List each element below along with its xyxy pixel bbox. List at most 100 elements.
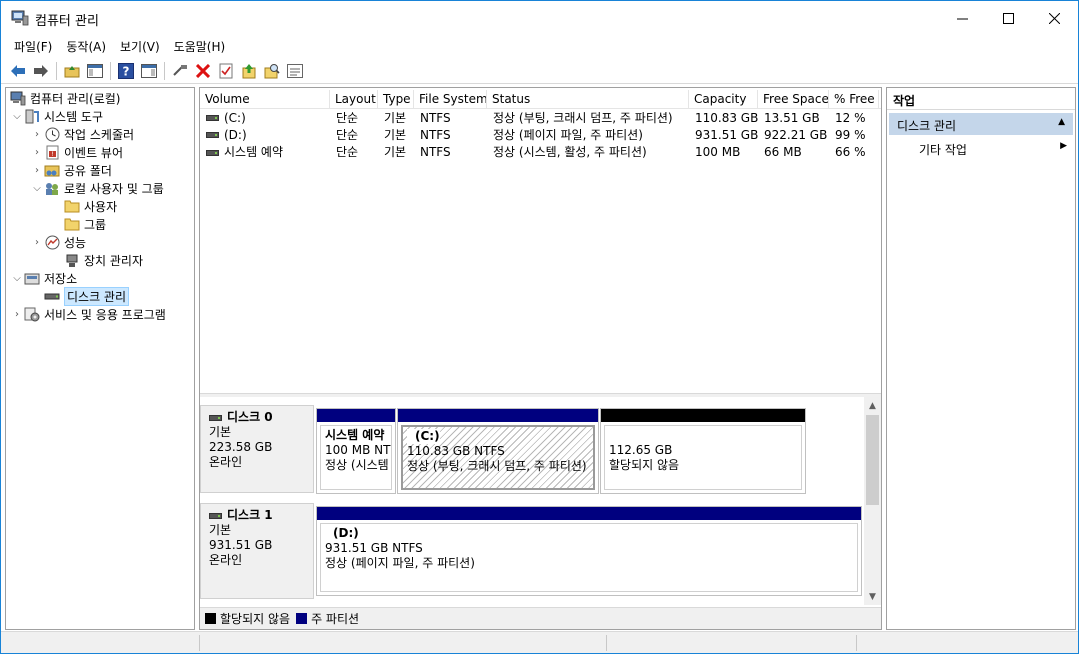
disk-0-label[interactable]: 디스크 0 기본 223.58 GB 온라인 — [200, 405, 314, 493]
tree-item-groups[interactable]: 그룹 — [50, 215, 106, 233]
expand-chevron-icon[interactable]: › — [30, 147, 44, 158]
volume-file-system: NTFS — [420, 144, 451, 159]
scroll-up-icon[interactable]: ▲ — [864, 397, 881, 414]
delete-icon — [196, 64, 210, 78]
drive-icon — [206, 115, 219, 121]
show-hide-action-pane-button[interactable] — [139, 61, 159, 81]
menu-view[interactable]: 보기(V) — [113, 35, 167, 57]
tree-item-services[interactable]: › 서비스 및 응용 프로그램 — [10, 305, 166, 323]
search-button[interactable] — [262, 61, 282, 81]
column-header-capacity[interactable]: Capacity — [689, 90, 758, 108]
volume-name: (C:) — [224, 110, 246, 125]
properties-icon — [219, 63, 233, 79]
close-button[interactable] — [1031, 1, 1077, 35]
volume-row[interactable]: (D:) 단순 기본 NTFS 정상 (페이지 파일, 주 파티션) 931.5… — [200, 126, 881, 143]
computer-management-window: 컴퓨터 관리 파일(F) 동작(A) 보기(V) 도움말(H) ? 컴퓨터 관리… — [0, 0, 1079, 654]
tree-label: 작업 스케줄러 — [64, 127, 135, 142]
primary-swatch — [296, 613, 308, 624]
actions-title: 작업 — [887, 88, 1075, 110]
back-button[interactable] — [8, 61, 28, 81]
volume-status: 정상 (시스템, 활성, 주 파티션) — [493, 145, 647, 159]
partition-unallocated[interactable]: 112.65 GB 할당되지 않음 — [600, 408, 806, 494]
column-header-percent-free[interactable]: % Free — [829, 90, 879, 108]
tree-item-performance[interactable]: › 성능 — [30, 233, 86, 251]
view-button[interactable] — [285, 61, 305, 81]
folder-icon — [64, 217, 80, 232]
collapse-chevron-icon[interactable]: ⌵ — [10, 273, 24, 284]
back-arrow-icon — [11, 65, 25, 77]
tree-item-shared-folders[interactable]: › 공유 폴더 — [30, 161, 112, 179]
volume-row[interactable]: 시스템 예약 단순 기본 NTFS 정상 (시스템, 활성, 주 파티션) 10… — [200, 143, 881, 160]
expand-chevron-icon[interactable]: › — [10, 309, 24, 320]
tree-item-users[interactable]: 사용자 — [50, 197, 117, 215]
column-header-file-system[interactable]: File System — [414, 90, 487, 108]
forward-button[interactable] — [31, 61, 51, 81]
scroll-down-icon[interactable]: ▼ — [864, 588, 881, 605]
properties-button[interactable] — [216, 61, 236, 81]
export-list-button[interactable] — [239, 61, 259, 81]
disk-size: 931.51 GB — [209, 538, 273, 552]
storage-icon — [24, 271, 40, 286]
collapse-chevron-icon[interactable]: ⌵ — [30, 183, 44, 194]
volume-row[interactable]: (C:) 단순 기본 NTFS 정상 (부팅, 크래시 덤프, 주 파티션) 1… — [200, 109, 881, 126]
legend-primary: 주 파티션 — [311, 612, 360, 626]
disk-type: 기본 — [209, 523, 232, 537]
collapse-chevron-icon[interactable]: ⌵ — [10, 111, 24, 122]
disk-name: 디스크 1 — [227, 508, 273, 522]
disk-name: 디스크 0 — [227, 410, 273, 424]
tree-item-event-viewer[interactable]: › ! 이벤트 뷰어 — [30, 143, 123, 161]
tree-item-root[interactable]: 컴퓨터 관리(로컬) — [10, 89, 120, 107]
maximize-icon — [1002, 12, 1014, 24]
partition-status: 정상 (시스템 — [325, 458, 389, 472]
show-hide-tree-button[interactable] — [85, 61, 105, 81]
tree-item-disk-management[interactable]: 디스크 관리 — [30, 286, 130, 306]
disk-icon — [209, 512, 222, 519]
tree-item-task-scheduler[interactable]: › 작업 스케줄러 — [30, 125, 134, 143]
tree-item-system-tools[interactable]: ⌵ 시스템 도구 — [10, 107, 103, 125]
expand-chevron-icon[interactable]: › — [30, 165, 44, 176]
help-button[interactable]: ? — [116, 61, 136, 81]
expand-chevron-icon[interactable]: › — [30, 237, 44, 248]
status-bar — [1, 631, 1078, 653]
tree-label: 공유 폴더 — [64, 163, 112, 178]
shared-folder-icon — [44, 163, 60, 178]
partition-d[interactable]: (D:) 931.51 GB NTFS 정상 (페이지 파일, 주 파티션) — [316, 506, 862, 596]
more-actions-item[interactable]: 기타 작업 ▶ — [889, 138, 1073, 158]
column-header-type[interactable]: Type — [378, 90, 414, 108]
disk-1-label[interactable]: 디스크 1 기본 931.51 GB 온라인 — [200, 503, 314, 599]
connect-button[interactable] — [170, 61, 190, 81]
volume-name: (D:) — [224, 127, 247, 142]
tree-item-storage[interactable]: ⌵ 저장소 — [10, 269, 77, 287]
tree-label: 그룹 — [84, 217, 107, 232]
menu-help[interactable]: 도움말(H) — [167, 35, 233, 57]
delete-button[interactable] — [193, 61, 213, 81]
disk-view-scrollbar[interactable]: ▲ ▼ — [864, 397, 881, 605]
column-header-status[interactable]: Status — [487, 90, 689, 108]
up-folder-button[interactable] — [62, 61, 82, 81]
tree-label: 사용자 — [84, 199, 118, 214]
volume-type: 기본 — [384, 128, 407, 142]
minimize-button[interactable] — [939, 1, 985, 35]
column-header-volume[interactable]: Volume — [200, 90, 330, 108]
tree-item-local-users[interactable]: ⌵ 로컬 사용자 및 그룹 — [30, 179, 164, 197]
volume-status: 정상 (페이지 파일, 주 파티션) — [493, 128, 643, 142]
partition-name: (C:) — [407, 429, 440, 444]
minimize-icon — [956, 18, 968, 19]
partition-name: (D:) — [333, 526, 359, 540]
column-header-free-space[interactable]: Free Space — [758, 90, 829, 108]
partition-system-reserved[interactable]: 시스템 예약 100 MB NTFS 정상 (시스템 — [316, 408, 396, 494]
event-viewer-icon: ! — [44, 145, 60, 160]
tree-label: 서비스 및 응용 프로그램 — [44, 307, 166, 322]
scrollbar-thumb[interactable] — [866, 415, 879, 505]
partition-c[interactable]: (C:) 110.83 GB NTFS 정상 (부팅, 크래시 덤프, 주 파티… — [397, 408, 599, 494]
expand-chevron-icon[interactable]: › — [30, 129, 44, 140]
menu-action[interactable]: 동작(A) — [59, 35, 113, 57]
column-header-layout[interactable]: Layout — [330, 90, 378, 108]
tree-item-device-manager[interactable]: 장치 관리자 — [50, 251, 143, 269]
menu-file[interactable]: 파일(F) — [7, 35, 59, 57]
actions-section-disk-management[interactable]: 디스크 관리 ▲ — [889, 113, 1073, 135]
partition-size: 112.65 GB — [609, 443, 673, 457]
collapse-up-icon: ▲ — [1058, 117, 1065, 127]
maximize-button[interactable] — [985, 1, 1031, 35]
clock-icon — [44, 127, 60, 142]
